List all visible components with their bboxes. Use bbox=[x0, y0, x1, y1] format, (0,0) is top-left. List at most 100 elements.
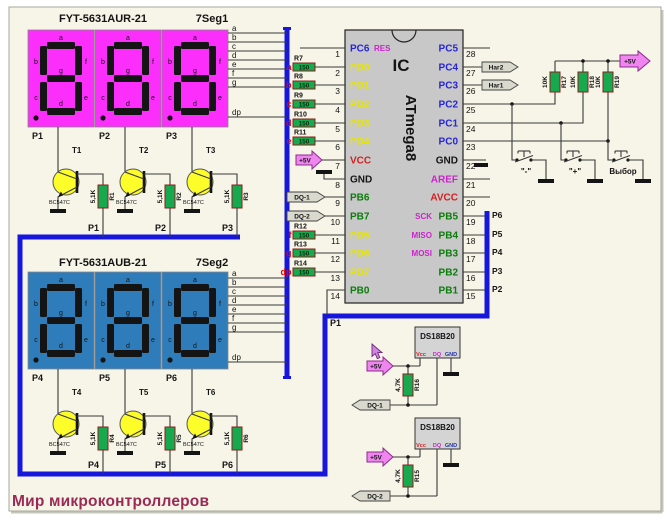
digit-common-pin-label: P2 bbox=[99, 131, 110, 141]
digit-segment bbox=[209, 288, 216, 317]
digit-segment bbox=[181, 350, 209, 357]
digit-dp-segment bbox=[33, 115, 38, 120]
transistor-ref: T6 bbox=[206, 388, 216, 397]
resistor-value: 10K bbox=[570, 76, 577, 88]
digit-segment-label: g bbox=[59, 310, 63, 317]
digit-segment bbox=[107, 46, 114, 75]
digit-segment-label: d bbox=[59, 101, 63, 108]
ground-symbol bbox=[474, 163, 488, 167]
digit-segment-label: c bbox=[34, 337, 38, 344]
resistor bbox=[578, 72, 588, 92]
resistor-value: 150 bbox=[299, 138, 310, 145]
pin-number: 21 bbox=[466, 180, 476, 190]
ic-pin-label: PB5 bbox=[439, 212, 459, 223]
pin-number: 4 bbox=[335, 105, 340, 115]
ic-pin-label: PC3 bbox=[439, 81, 459, 92]
resistor-value: 150 bbox=[299, 232, 310, 239]
resistor-value: 5,1K bbox=[224, 431, 231, 445]
segment-line-label: d bbox=[232, 51, 236, 60]
net-tag-label: DQ-2 bbox=[367, 493, 383, 500]
digit-segment-label: b bbox=[34, 301, 38, 308]
segment-letter: c bbox=[286, 99, 291, 109]
digit-segment-label: d bbox=[126, 101, 130, 108]
pin-number: 13 bbox=[331, 273, 341, 283]
ic-pin-label: PD1 bbox=[350, 81, 370, 92]
digit-segment bbox=[107, 324, 114, 353]
junction-dot bbox=[581, 59, 585, 63]
resistor-value: 4,7K bbox=[395, 469, 402, 483]
digit-segment bbox=[181, 75, 209, 82]
resistor bbox=[232, 185, 242, 208]
segment-line-label: c bbox=[232, 287, 236, 296]
bus-net-label: P1 bbox=[330, 318, 341, 328]
digit-segment-label: g bbox=[193, 68, 197, 75]
resistor-value: 10K bbox=[595, 76, 602, 88]
digit-segment-label: a bbox=[126, 35, 130, 42]
resistor-value: 150 bbox=[299, 269, 310, 276]
digit-segment-label: c bbox=[101, 95, 105, 102]
ic-pin-label: PD7 bbox=[350, 268, 370, 279]
ic-pin-label: PD0 bbox=[350, 63, 370, 74]
resistor bbox=[98, 185, 108, 208]
ground-symbol bbox=[443, 463, 459, 467]
transistor-ref: T1 bbox=[72, 146, 82, 155]
segment-letter: g bbox=[286, 248, 292, 258]
ground-symbol bbox=[443, 372, 459, 376]
pin-number: 27 bbox=[466, 68, 476, 78]
sensor-pin-label: DQ bbox=[433, 352, 442, 358]
segment-bus-cap bbox=[283, 376, 291, 379]
digit-segment-label: d bbox=[59, 343, 63, 350]
digit-segment-label: c bbox=[34, 95, 38, 102]
pin-number: 2 bbox=[335, 68, 340, 78]
pin-number: 8 bbox=[335, 180, 340, 190]
digit-segment-label: e bbox=[151, 337, 155, 344]
transistor-body bbox=[53, 411, 79, 437]
digit-segment bbox=[142, 82, 149, 111]
transistor-ref: T2 bbox=[139, 146, 149, 155]
ground-symbol bbox=[50, 451, 66, 455]
pin-number: 12 bbox=[331, 254, 341, 264]
pin-number: 18 bbox=[466, 236, 476, 246]
segment-line-label: g bbox=[232, 78, 236, 87]
ic-pin-label: PB2 bbox=[439, 268, 459, 279]
digit-segment bbox=[47, 284, 75, 291]
transistor-body bbox=[120, 411, 146, 437]
pin-number: 26 bbox=[466, 86, 476, 96]
pin-number: 11 bbox=[331, 236, 340, 246]
ic-pin-label: PD6 bbox=[350, 249, 370, 260]
net-tag-label: DQ-1 bbox=[367, 402, 383, 409]
net-tag-label: Наг2 bbox=[489, 64, 504, 71]
resistor-value: 150 bbox=[299, 82, 310, 89]
resistor-value: 150 bbox=[299, 64, 310, 71]
digit-segment bbox=[181, 108, 209, 115]
junction-dot bbox=[406, 494, 410, 498]
pin-number: 25 bbox=[466, 105, 476, 115]
transistor-type: BC547C bbox=[183, 442, 204, 448]
ic-pin-label: PC6 bbox=[350, 44, 370, 55]
sensor-part-number: DS18B20 bbox=[420, 423, 455, 432]
bus-net-label: P2 bbox=[492, 284, 503, 294]
digit-segment bbox=[209, 46, 216, 75]
sensor-pin-label: GND bbox=[445, 352, 457, 358]
resistor-value: 5,1K bbox=[90, 431, 97, 445]
digit-segment-label: a bbox=[193, 35, 197, 42]
resistor bbox=[550, 72, 560, 92]
digit-segment bbox=[107, 288, 114, 317]
segment-line-label: a bbox=[232, 269, 237, 278]
bus-net-label: P3 bbox=[222, 223, 233, 233]
resistor-ref: R1 bbox=[109, 192, 116, 201]
digit-segment bbox=[181, 284, 209, 291]
resistor-ref: R11 bbox=[294, 130, 307, 137]
button-label: "+" bbox=[569, 167, 581, 176]
ground-symbol bbox=[50, 209, 66, 213]
resistor bbox=[232, 427, 242, 450]
digit-common-pin-label: P3 bbox=[166, 131, 177, 141]
transistor-body bbox=[120, 169, 146, 195]
bus-net-label: P5 bbox=[155, 460, 166, 470]
pin-number: 23 bbox=[466, 142, 476, 152]
bus-net-label: P2 bbox=[155, 223, 166, 233]
digit-segment-label: c bbox=[168, 95, 172, 102]
ground-symbol bbox=[538, 179, 554, 183]
digit-segment-label: a bbox=[59, 277, 63, 284]
pin-number: 24 bbox=[466, 124, 476, 134]
